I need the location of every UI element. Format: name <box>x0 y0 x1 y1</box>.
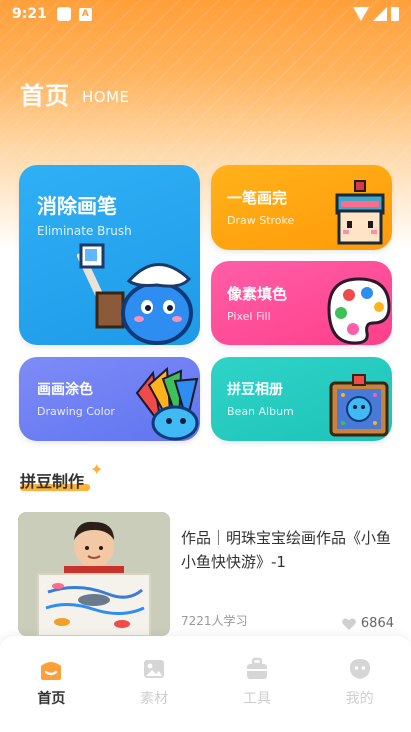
tab-label: 素材 <box>140 691 169 707</box>
work-likes[interactable]: 6864 <box>342 616 394 631</box>
toolbox-icon <box>246 657 267 679</box>
brush-character-icon <box>77 243 193 345</box>
card-drawing-color[interactable]: 画画涂色 Drawing Color <box>19 357 200 441</box>
palette-icon <box>327 277 391 345</box>
card-draw-stroke[interactable]: 一笔画完 Draw Stroke <box>211 165 392 250</box>
profile-icon <box>349 659 370 679</box>
home-icon <box>41 662 62 680</box>
card-title: 一笔画完 <box>227 189 288 207</box>
battery-icon <box>391 7 399 21</box>
work-learners: 7221人学习 <box>181 614 248 628</box>
notification-icon <box>56 7 71 21</box>
card-title: 消除画笔 <box>37 194 117 218</box>
card-bean-album[interactable]: 拼豆相册 Bean Album <box>211 357 392 441</box>
sparkle-icon: ✦ <box>90 460 104 479</box>
likes-count: 6864 <box>360 616 394 631</box>
section-title: 拼豆制作 <box>20 468 91 492</box>
bottom-tab-bar: 首页 素材 工具 我的 <box>0 636 411 720</box>
pixel-girl-icon <box>335 180 385 245</box>
heart-icon <box>342 618 356 630</box>
image-icon <box>144 660 165 678</box>
wifi-icon <box>353 7 369 21</box>
card-title: 画画涂色 <box>37 382 93 398</box>
system-nav-area <box>0 720 411 732</box>
work-title[interactable]: 作品｜明珠宝宝绘画作品《小鱼小鱼快快游》-1 <box>181 526 393 574</box>
tab-label: 工具 <box>242 691 271 707</box>
card-pixel-fill[interactable]: 像素填色 Pixel Fill <box>211 261 392 345</box>
card-subtitle: Draw Stroke <box>227 214 295 227</box>
card-eliminate-brush[interactable]: 消除画笔 Eliminate Brush <box>19 165 200 345</box>
tab-tools[interactable]: 工具 <box>206 636 309 720</box>
tab-profile[interactable]: 我的 <box>308 636 411 720</box>
tab-label: 我的 <box>345 691 374 707</box>
status-time: 9:21 <box>12 6 47 22</box>
page-subtitle: HOME <box>82 88 130 106</box>
bean-frame-icon <box>329 374 389 437</box>
card-subtitle: Pixel Fill <box>227 310 271 323</box>
tab-materials[interactable]: 素材 <box>103 636 206 720</box>
rainbow-character-icon <box>135 366 199 441</box>
card-subtitle: Eliminate Brush <box>37 224 132 238</box>
tab-label: 首页 <box>37 691 66 707</box>
card-subtitle: Bean Album <box>227 405 294 418</box>
app-notification-icon: A <box>78 7 92 21</box>
tab-home[interactable]: 首页 <box>0 636 103 720</box>
cellular-icon <box>373 7 387 21</box>
child-with-drawing-image <box>18 512 170 636</box>
status-bar: 9:21 A <box>0 0 411 28</box>
work-thumbnail[interactable] <box>18 512 170 636</box>
card-title: 拼豆相册 <box>227 382 283 398</box>
card-subtitle: Drawing Color <box>37 405 115 418</box>
page-title: 首页 <box>20 82 70 110</box>
card-title: 像素填色 <box>227 285 288 303</box>
